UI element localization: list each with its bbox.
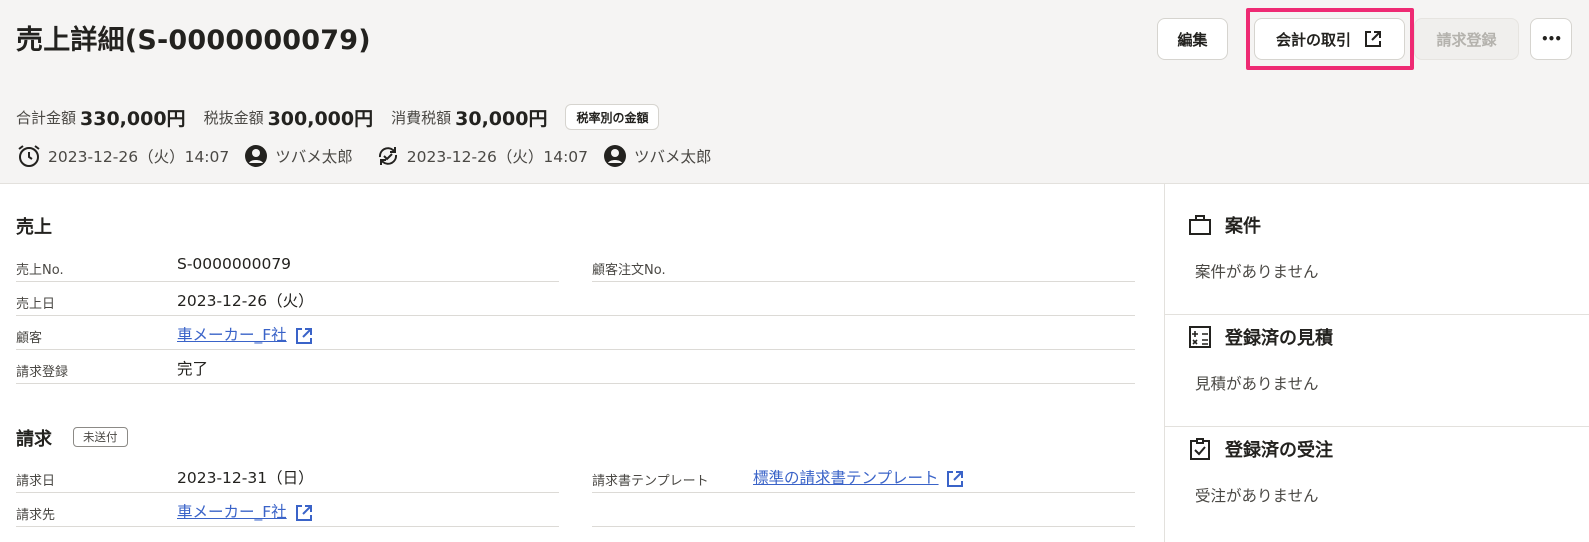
sales-date-value: 2023-12-26（火） xyxy=(177,292,314,310)
table-row: 請求先 車メーカー_F社 xyxy=(16,493,559,527)
estimate-title-text: 登録済の見積 xyxy=(1225,328,1333,349)
pretax-value: 300,000円 xyxy=(267,107,374,130)
project-title-text: 案件 xyxy=(1225,216,1261,237)
template-link-text[interactable]: 標準の請求書テンプレート xyxy=(753,469,939,487)
calculator-icon xyxy=(1189,326,1211,348)
bill-to-link-text[interactable]: 車メーカー_F社 xyxy=(177,503,287,521)
alarm-clock-icon xyxy=(18,145,40,167)
field-label: 顧客 xyxy=(16,331,43,346)
user-icon xyxy=(604,145,627,167)
main-content: 売上 売上No. S-0000000079 顧客注文No. 売上日 2023-1… xyxy=(0,184,1164,542)
field-label: 請求書テンプレート xyxy=(592,474,709,489)
billing-date-value: 2023-12-31（日） xyxy=(177,469,314,487)
project-panel: 案件 案件がありません xyxy=(1165,184,1589,315)
project-title: 案件 xyxy=(1187,212,1261,238)
table-row: 請求登録 完了 xyxy=(16,350,1135,384)
billing-status-value: 完了 xyxy=(177,360,209,378)
template-link[interactable]: 標準の請求書テンプレート xyxy=(753,466,965,489)
status-badge: 未送付 xyxy=(73,427,128,447)
updated-by: ツバメ太郎 xyxy=(634,148,712,166)
table-row: 売上No. S-0000000079 xyxy=(16,248,559,282)
tax-rate-button[interactable]: 税率別の金額 xyxy=(565,104,660,130)
estimate-title: 登録済の見積 xyxy=(1187,324,1333,350)
external-link-icon xyxy=(295,327,312,344)
updated-at: 2023-12-26（火）14:07 xyxy=(406,148,589,166)
pretax-label: 税抜金額 xyxy=(203,108,264,127)
tax-value: 30,000円 xyxy=(455,107,548,130)
total-value: 330,000円 xyxy=(80,107,186,130)
table-row: 売上日 2023-12-26（火） xyxy=(16,282,1135,316)
amount-summary: 合計金額 330,000円 税抜金額 300,000円 消費税額 30,000円… xyxy=(16,103,660,131)
sync-check-icon xyxy=(378,147,397,165)
more-menu-button[interactable]: ••• xyxy=(1530,18,1572,60)
table-row: 請求日 2023-12-31（日） xyxy=(16,459,559,493)
field-label: 売上No. xyxy=(16,263,64,278)
field-label: 顧客注文No. xyxy=(592,263,666,278)
order-title: 登録済の受注 xyxy=(1187,436,1333,462)
user-icon xyxy=(245,145,268,167)
tax-label: 消費税額 xyxy=(391,108,452,127)
field-label: 売上日 xyxy=(16,297,56,312)
order-empty: 受注がありません xyxy=(1195,487,1319,505)
page-header: 売上詳細(S-0000000079) 編集 会計の取引 請求登録 ••• 合計金… xyxy=(0,0,1589,184)
billing-section-title: 請求 xyxy=(16,429,52,450)
clipboard-check-icon xyxy=(1190,438,1210,460)
briefcase-icon xyxy=(1189,215,1211,235)
sales-no-value: S-0000000079 xyxy=(177,255,292,273)
estimate-panel: 登録済の見積 見積がありません xyxy=(1165,314,1589,427)
customer-link-text[interactable]: 車メーカー_F社 xyxy=(177,326,287,344)
project-empty: 案件がありません xyxy=(1195,263,1319,281)
table-row: 顧客注文No. xyxy=(592,248,1135,282)
meta-info: 2023-12-26（火）14:07 ツバメ太郎 2023-12-26（火）14… xyxy=(16,142,712,170)
bill-to-link[interactable]: 車メーカー_F社 xyxy=(177,500,314,523)
table-row: 顧客 車メーカー_F社 xyxy=(16,316,1135,350)
external-link-icon xyxy=(947,470,964,487)
related-sidebar: 案件 案件がありません 登録済の見積 見積がありません 登録済の受注 受注があり… xyxy=(1164,184,1589,542)
field-label: 請求日 xyxy=(16,474,56,489)
table-row xyxy=(592,493,1135,527)
page-title: 売上詳細(S-0000000079) xyxy=(16,25,371,56)
order-title-text: 登録済の受注 xyxy=(1225,440,1333,461)
external-link-icon xyxy=(295,504,312,521)
table-row: 請求書テンプレート 標準の請求書テンプレート xyxy=(592,459,1135,493)
highlight-box xyxy=(1246,8,1414,70)
total-label: 合計金額 xyxy=(16,108,77,127)
customer-link[interactable]: 車メーカー_F社 xyxy=(177,323,314,346)
field-label: 請求登録 xyxy=(16,365,69,380)
field-label: 請求先 xyxy=(16,508,56,523)
sales-section-title: 売上 xyxy=(16,217,52,238)
created-at: 2023-12-26（火）14:07 xyxy=(48,148,230,166)
edit-button[interactable]: 編集 xyxy=(1157,18,1228,60)
estimate-empty: 見積がありません xyxy=(1195,375,1319,393)
created-by: ツバメ太郎 xyxy=(275,148,353,166)
order-panel: 登録済の受注 受注がありません xyxy=(1165,426,1589,542)
billing-register-button[interactable]: 請求登録 xyxy=(1414,18,1519,60)
